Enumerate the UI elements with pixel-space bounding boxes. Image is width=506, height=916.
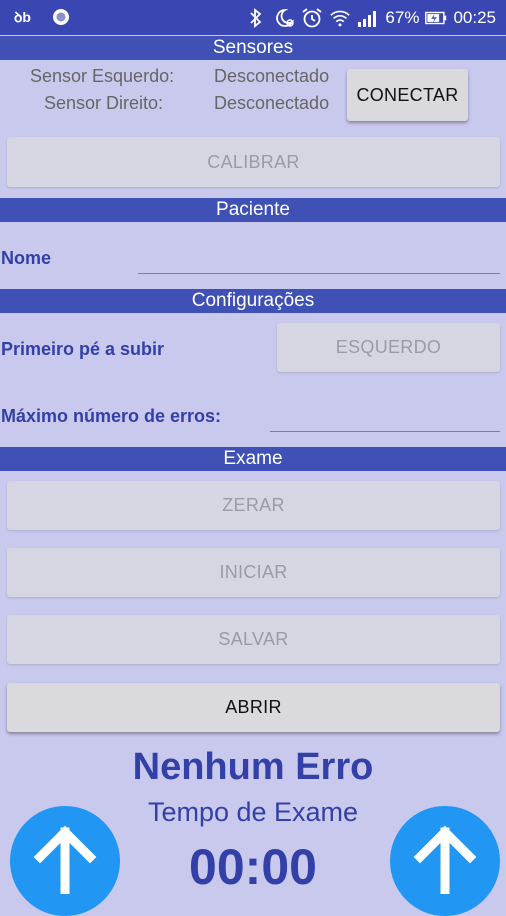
status-bar: ꝺb 67% 00:25	[0, 0, 506, 35]
start-button[interactable]: INICIAR	[7, 548, 500, 597]
right-sensor-status: Desconectado	[214, 93, 330, 113]
error-status: Nenhum Erro	[132, 746, 374, 788]
name-input[interactable]	[138, 246, 504, 274]
open-button[interactable]: ABRIR	[7, 683, 500, 732]
max-errors-input-underline	[270, 431, 500, 432]
battery-percent: 67%	[385, 8, 420, 27]
sensors-section-header: Sensores	[0, 36, 506, 60]
save-button[interactable]: SALVAR	[7, 615, 500, 664]
do-not-disturb-icon	[273, 7, 295, 29]
name-label: Nome	[1, 248, 52, 268]
max-errors-label: Máximo número de erros:	[1, 406, 222, 426]
connect-button[interactable]: CONECTAR	[347, 69, 468, 121]
signal-icon	[357, 7, 379, 29]
notification-app-icon: ꝺb	[14, 6, 36, 28]
settings-section-header: Configurações	[0, 289, 506, 313]
first-foot-label: Primeiro pé a subir	[1, 339, 165, 359]
clock-time: 00:25	[453, 8, 496, 27]
first-foot-button[interactable]: ESQUERDO	[277, 323, 500, 372]
calibrate-button[interactable]: CALIBRAR	[7, 137, 500, 187]
patient-section-header: Paciente	[0, 198, 506, 222]
left-sensor-status: Desconectado	[214, 66, 330, 86]
arrow-up-icon	[410, 824, 480, 899]
exam-section-header: Exame	[0, 447, 506, 471]
alarm-icon	[301, 7, 323, 29]
arrow-up-icon	[30, 824, 100, 899]
right-sensor-label: Sensor Direito:	[44, 93, 164, 113]
bluetooth-icon	[245, 7, 267, 29]
circle-notification-icon	[50, 6, 72, 28]
name-input-underline	[138, 273, 500, 274]
wifi-icon	[329, 7, 351, 29]
left-sensor-label: Sensor Esquerdo:	[30, 66, 175, 86]
max-errors-input[interactable]	[270, 404, 504, 432]
reset-button[interactable]: ZERAR	[7, 481, 500, 530]
battery-charging-icon	[425, 7, 447, 29]
svg-text:ꝺb: ꝺb	[14, 9, 31, 25]
